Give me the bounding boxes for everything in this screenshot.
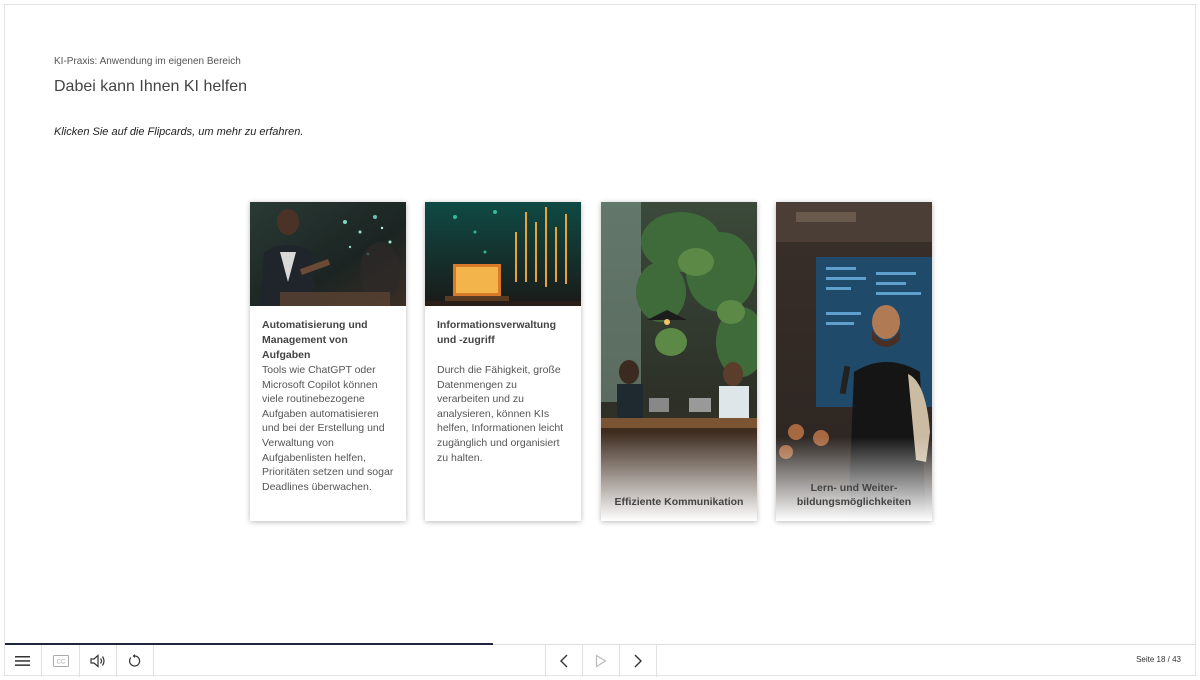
play-button[interactable] bbox=[583, 645, 620, 677]
card-photo-laptop bbox=[425, 202, 581, 306]
instruction-text: Klicken Sie auf die Flipcards, um mehr z… bbox=[54, 126, 304, 138]
replay-icon bbox=[128, 654, 141, 667]
svg-text:CC: CC bbox=[56, 660, 65, 666]
flipcard-information[interactable]: Informationsverwaltung und -zugriff Durc… bbox=[425, 202, 581, 521]
page-title: Dabei kann Ihnen KI helfen bbox=[54, 78, 248, 95]
volume-button[interactable] bbox=[80, 645, 117, 677]
replay-button[interactable] bbox=[117, 645, 154, 677]
volume-icon bbox=[90, 654, 105, 668]
card-photo-meeting bbox=[250, 202, 406, 306]
breadcrumb: KI-Praxis: Anwendung im eigenen Bereich bbox=[54, 56, 241, 67]
card-title: Informationsverwaltung und -zugriff bbox=[437, 319, 557, 346]
flipcard-communication[interactable]: Effiziente Kommunikation bbox=[601, 202, 757, 521]
card-photo-cafe bbox=[601, 202, 757, 521]
next-icon bbox=[634, 654, 642, 668]
slide-frame bbox=[4, 4, 1196, 676]
card-caption: Effiziente Kommunikation bbox=[614, 496, 744, 508]
captions-button[interactable]: CC bbox=[42, 645, 80, 677]
card-title: Automatisierung und Management von Aufga… bbox=[262, 319, 368, 361]
menu-button[interactable] bbox=[5, 645, 42, 677]
play-icon bbox=[595, 654, 607, 668]
card-body: Durch die Fähigkeit, große Datenmengen z… bbox=[437, 364, 564, 464]
cc-icon: CC bbox=[52, 655, 69, 667]
card-body: Tools wie ChatGPT oder Microsoft Copilot… bbox=[262, 364, 394, 493]
player-toolbar: CC Seite 18 / 43 bbox=[5, 643, 1195, 677]
previous-button[interactable] bbox=[545, 645, 583, 677]
page-counter: Seite 18 / 43 bbox=[1136, 655, 1181, 664]
next-button[interactable] bbox=[620, 645, 657, 677]
menu-icon bbox=[15, 656, 30, 666]
flipcard-learning[interactable]: Lern- und Weiter-bildungsmöglichkeiten bbox=[776, 202, 932, 521]
card-caption: Lern- und Weiter-bildungsmöglichkeiten bbox=[796, 482, 912, 508]
prev-icon bbox=[560, 654, 568, 668]
flipcard-automation[interactable]: Automatisierung und Management von Aufga… bbox=[250, 202, 406, 521]
card-photo-speaker bbox=[776, 202, 932, 521]
